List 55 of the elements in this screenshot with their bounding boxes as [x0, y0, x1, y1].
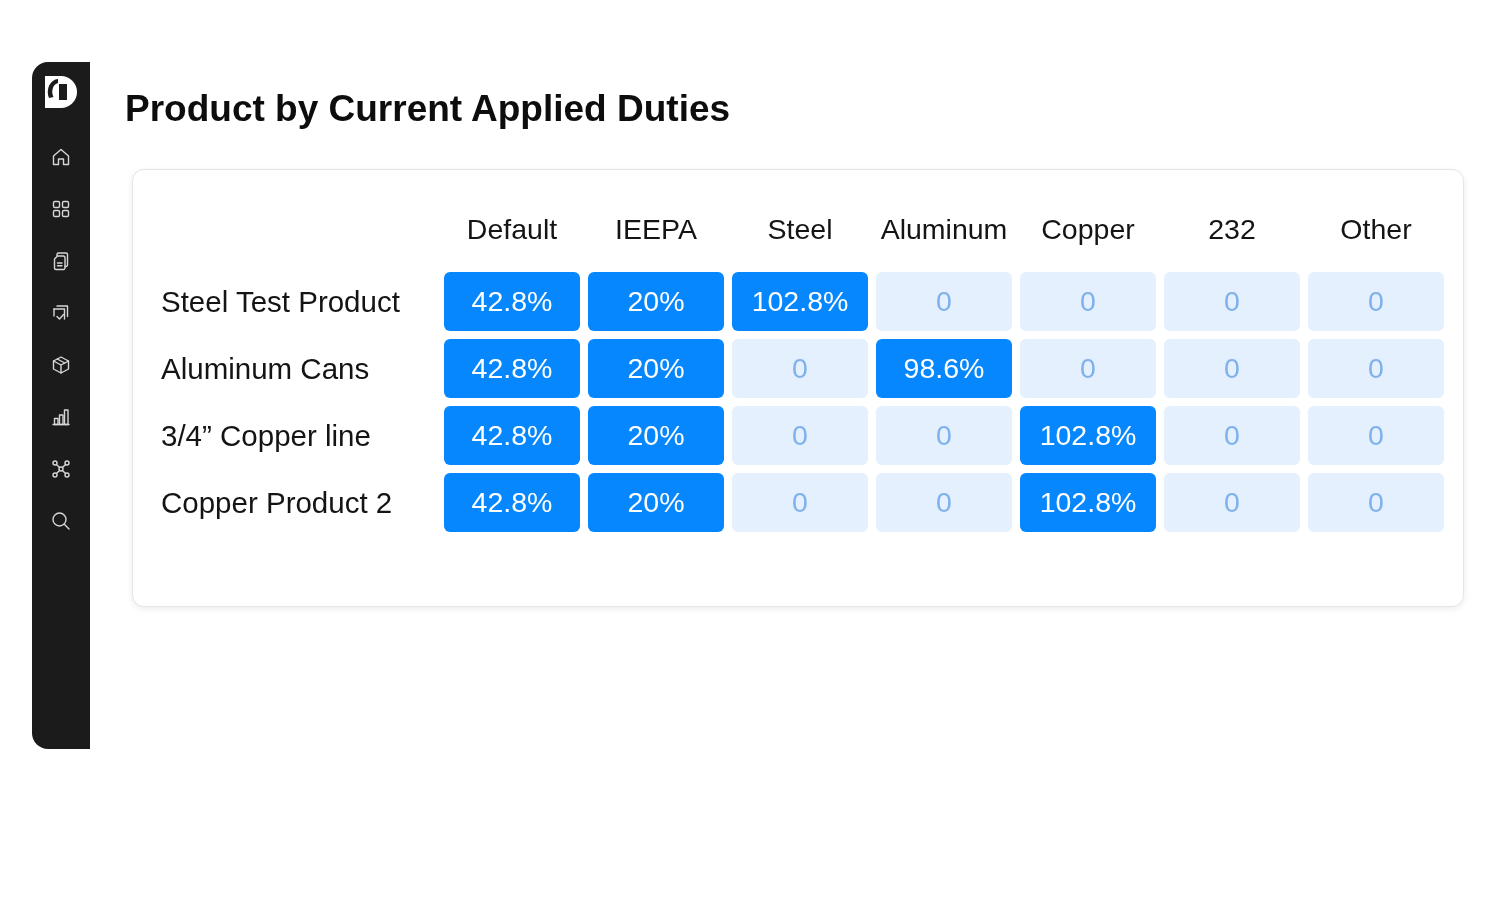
- duty-cell: 42.8%: [444, 339, 580, 398]
- duty-cell: 0: [876, 473, 1012, 532]
- duty-cell: 0: [1020, 272, 1156, 331]
- row-label: Copper Product 2: [161, 485, 393, 520]
- column-header: IEEPA: [615, 212, 697, 246]
- reports-button[interactable]: [50, 406, 72, 428]
- duty-cell: 0: [1020, 339, 1156, 398]
- duty-cell: 0: [732, 406, 868, 465]
- home-button[interactable]: [50, 146, 72, 168]
- duty-cell: 102.8%: [732, 272, 868, 331]
- search-button[interactable]: [50, 510, 72, 532]
- duty-cell: 0: [732, 339, 868, 398]
- logo-icon: [44, 76, 77, 108]
- duty-cell: 102.8%: [1020, 406, 1156, 465]
- row-label: Aluminum Cans: [161, 351, 370, 386]
- products-button[interactable]: [50, 354, 72, 376]
- column-header: Copper: [1041, 212, 1135, 246]
- duty-cell: 42.8%: [444, 272, 580, 331]
- duty-cell: 0: [876, 406, 1012, 465]
- duty-cell: 98.6%: [876, 339, 1012, 398]
- duty-cell: 42.8%: [444, 406, 580, 465]
- duty-cell: 0: [1164, 473, 1300, 532]
- column-header: Steel: [767, 212, 833, 246]
- duty-cell: 0: [1308, 406, 1444, 465]
- duty-cell: 20%: [588, 272, 724, 331]
- bar-chart-icon: [51, 407, 71, 427]
- duty-cell: 20%: [588, 339, 724, 398]
- duty-cell: 20%: [588, 473, 724, 532]
- column-header: Aluminum: [880, 212, 1008, 246]
- row-label: Steel Test Product: [161, 284, 400, 319]
- column-header: Default: [466, 212, 558, 246]
- column-header: Other: [1340, 212, 1412, 246]
- search-icon: [51, 511, 71, 531]
- grid-icon: [51, 199, 71, 219]
- network-button[interactable]: [50, 458, 72, 480]
- duty-cell: 0: [1308, 339, 1444, 398]
- duty-cell: 0: [1164, 406, 1300, 465]
- page-title: Product by Current Applied Duties: [125, 87, 731, 131]
- duty-cell: 20%: [588, 406, 724, 465]
- duty-cell: 0: [1308, 272, 1444, 331]
- duty-cell: 0: [876, 272, 1012, 331]
- cube-icon: [51, 355, 71, 375]
- duty-cell: 0: [1164, 272, 1300, 331]
- dashboard-button[interactable]: [50, 198, 72, 220]
- duty-cell: 102.8%: [1020, 473, 1156, 532]
- duty-cell: 42.8%: [444, 473, 580, 532]
- network-icon: [51, 459, 71, 479]
- duty-cell: 0: [732, 473, 868, 532]
- row-label: 3/4” Copper line: [161, 418, 371, 453]
- home-icon: [51, 147, 71, 167]
- checked-squares-icon: [51, 303, 71, 323]
- duty-cell: 0: [1308, 473, 1444, 532]
- documents-icon: [51, 251, 71, 271]
- duty-cell: 0: [1164, 339, 1300, 398]
- column-header: 232: [1208, 212, 1256, 246]
